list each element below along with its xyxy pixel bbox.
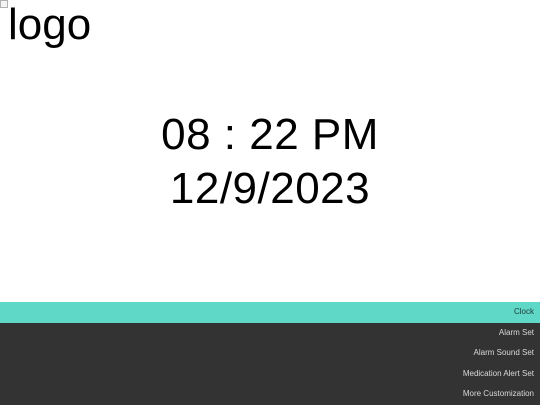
- clock-display: 08 : 22 PM 12/9/2023: [0, 108, 540, 216]
- menu-item-alarm-set[interactable]: Alarm Set: [0, 323, 540, 344]
- navigation-menu: Clock Alarm Set Alarm Sound Set Medicati…: [0, 302, 540, 405]
- clock-app: logo 08 : 22 PM 12/9/2023 Clock Alarm Se…: [0, 0, 540, 405]
- menu-item-clock[interactable]: Clock: [0, 302, 540, 323]
- current-date: 12/9/2023: [169, 164, 371, 213]
- current-time: 08 : 22 PM: [161, 110, 379, 159]
- broken-image-icon: [0, 0, 8, 8]
- menu-item-more-customization[interactable]: More Customization: [0, 384, 540, 405]
- menu-item-alarm-sound-set[interactable]: Alarm Sound Set: [0, 343, 540, 364]
- logo-alt-text: logo: [8, 0, 92, 49]
- menu-item-medication-alert-set[interactable]: Medication Alert Set: [0, 364, 540, 385]
